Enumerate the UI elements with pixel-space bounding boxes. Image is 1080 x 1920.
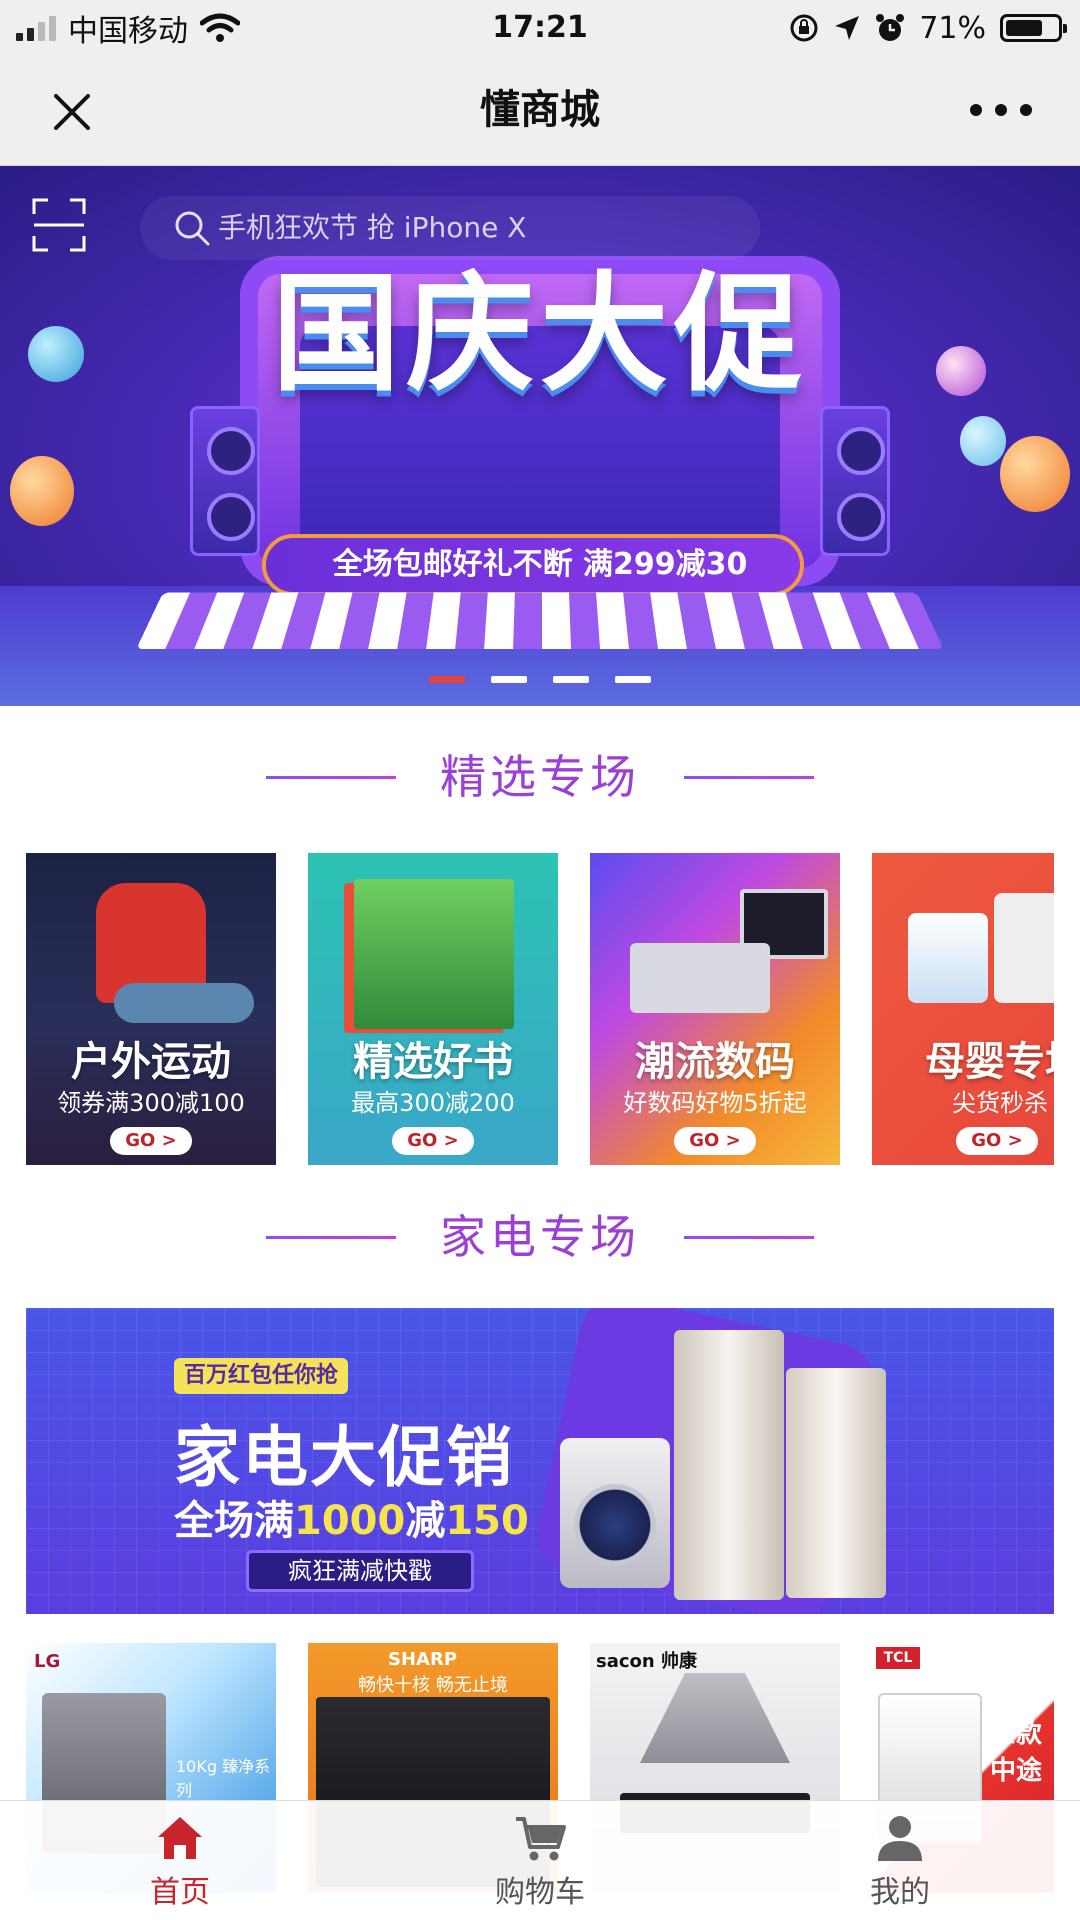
featured-card-baby[interactable]: 母婴专场 尖货秒杀 GO > [872,853,1054,1165]
battery-percent: 71% [919,10,986,46]
banner-title: 家电大促销 [174,1419,514,1496]
search-placeholder: 手机狂欢节 抢 iPhone X [218,211,527,244]
page-title: 懂商城 [480,87,600,133]
balloon-graphic [10,456,74,526]
carousel-indicators [0,676,1080,683]
card-subtitle: 尖货秒杀 [952,1089,1048,1117]
alarm-icon [876,14,905,41]
battery-icon [1000,14,1067,42]
tab-label: 购物车 [495,1875,585,1910]
card-subtitle: 领券满300减100 [57,1089,245,1117]
featured-card-books[interactable]: 精选好书 最高300减200 GO > [308,853,558,1165]
card-subtitle: 好数码好物5折起 [623,1089,807,1117]
banner-tag: 百万红包任你抢 [174,1358,349,1394]
search-icon [175,211,210,246]
tile-brand: sacon 帅康 [596,1651,697,1672]
tile-caption: 10Kg 臻净系列 [176,1757,271,1800]
tab-cart[interactable]: 购物车 [440,1801,640,1920]
section-title-featured: 精选专场 [0,742,1080,812]
card-subtitle: 最高300减200 [351,1089,515,1117]
carousel-dot[interactable] [615,676,651,683]
tile-brand: TCL [876,1647,920,1669]
go-button[interactable]: GO > [110,1127,192,1155]
bottom-tab-bar: 首页 购物车 我的 [0,1800,1080,1920]
card-title: 精选好书 [353,1039,513,1085]
section-title-label: 家电专场 [440,1210,640,1264]
book-graphic [354,879,514,1029]
card-title: 潮流数码 [635,1039,795,1085]
tile-caption: 爆款中途 [990,1719,1043,1786]
tab-home[interactable]: 首页 [80,1801,280,1920]
go-button[interactable]: GO > [674,1127,756,1155]
tile-caption: 畅快十核 畅无止境 [358,1675,508,1696]
range-hood-graphic [640,1673,790,1763]
go-button[interactable]: GO > [956,1127,1038,1155]
milk-can-graphic [908,913,988,1003]
tab-profile[interactable]: 我的 [800,1801,1000,1920]
user-icon [878,1816,922,1861]
carousel-dot[interactable] [429,676,465,683]
location-icon [835,16,860,40]
mat-graphic [114,983,254,1023]
status-bar: 中国移动 17:21 71% [0,0,1080,54]
balloon-graphic [1000,436,1070,512]
appliance-banner[interactable]: 百万红包任你抢 家电大促销 全场满1000减150 疯狂满减快戳 [26,1308,1054,1614]
carousel-dot[interactable] [553,676,589,683]
tab-label: 首页 [150,1875,210,1910]
washer-door-graphic [574,1484,656,1566]
fridge-graphic [674,1330,784,1600]
featured-card-digital[interactable]: 潮流数码 好数码好物5折起 GO > [590,853,840,1165]
featured-card-outdoor[interactable]: 户外运动 领券满300减100 GO > [26,853,276,1165]
devices-graphic [630,943,770,1013]
nav-bar: 懂商城 [0,54,1080,166]
rotation-lock-icon [790,14,818,42]
hero-subtitle: 全场包邮好礼不断 满299减30 [332,547,748,582]
tab-label: 我的 [870,1875,930,1910]
banner-subtitle: 全场满1000减150 [174,1498,529,1544]
balloon-graphic [960,416,1006,466]
status-right: 71% [789,8,1067,48]
home-icon [158,1817,202,1859]
awning-graphic [136,592,944,650]
stroller-graphic [994,893,1054,1003]
more-icon[interactable] [966,90,1036,130]
tile-brand: LG [34,1651,61,1672]
banner-cta[interactable]: 疯狂满减快戳 [246,1550,474,1592]
go-button[interactable]: GO > [392,1127,474,1155]
tile-brand: SHARP [388,1649,458,1670]
section-title-label: 精选专场 [440,750,640,804]
scan-icon[interactable] [32,198,86,252]
card-title: 母婴专场 [925,1039,1054,1085]
card-title: 户外运动 [71,1039,231,1085]
fridge-graphic [786,1368,886,1598]
carousel-dot[interactable] [491,676,527,683]
section-title-appliance: 家电专场 [0,1202,1080,1272]
cart-icon [516,1817,566,1861]
